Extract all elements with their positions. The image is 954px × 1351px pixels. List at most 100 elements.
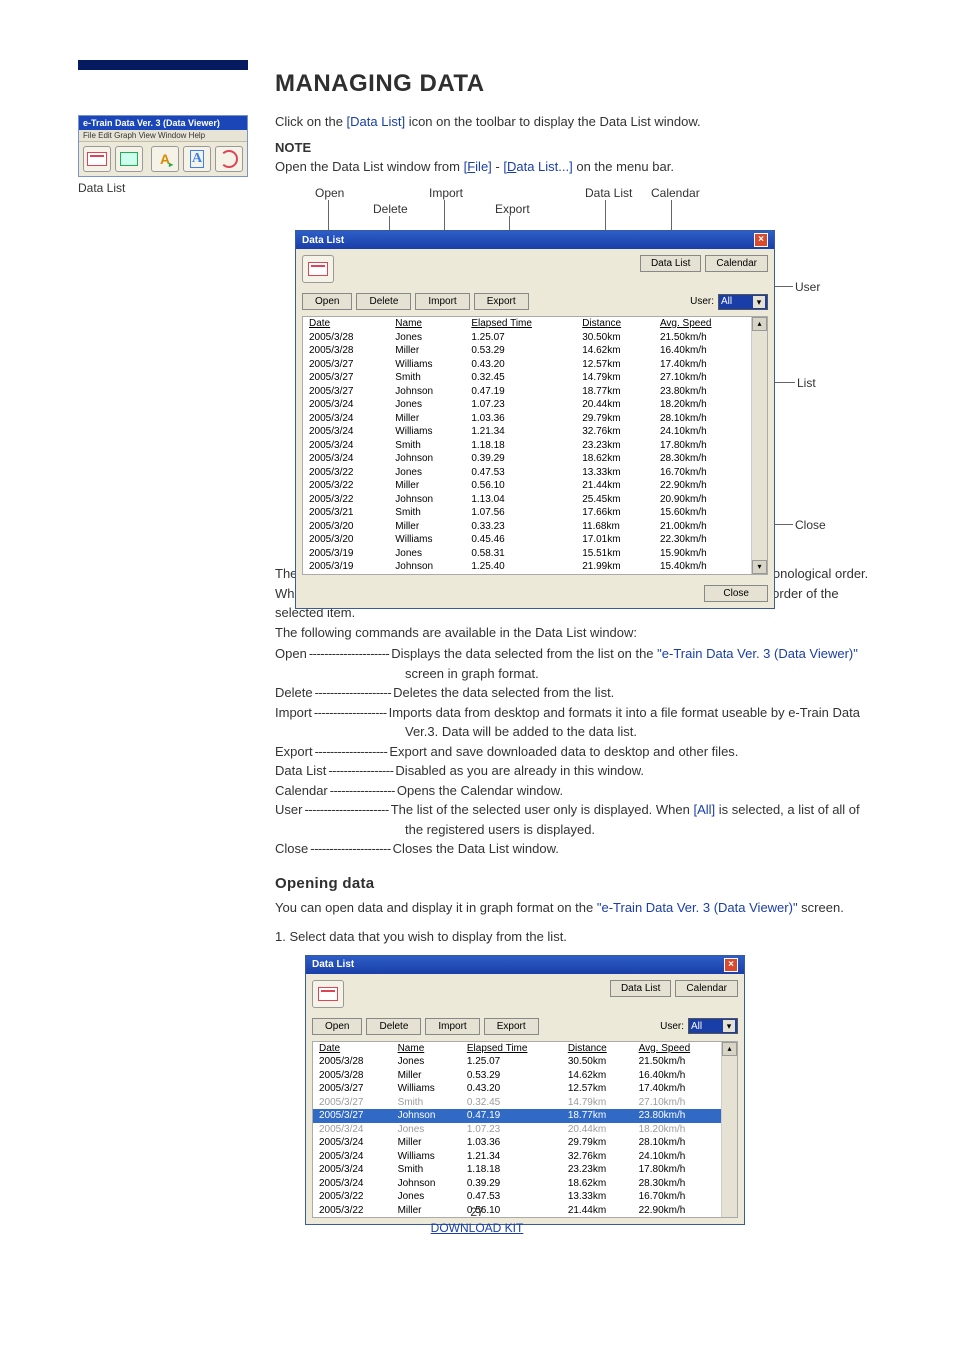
table-row[interactable]: 2005/3/24Miller1.03.3629.79km28.10km/h xyxy=(303,412,751,426)
calendar-button[interactable]: Calendar xyxy=(705,255,768,272)
col-speed[interactable]: Avg. Speed xyxy=(654,317,751,331)
scroll-up-icon[interactable]: ▴ xyxy=(722,1042,737,1056)
table-row[interactable]: 2005/3/24Williams1.21.3432.76km24.10km/h xyxy=(313,1150,721,1164)
table-row[interactable]: 2005/3/27Johnson0.47.1918.77km23.80km/h xyxy=(303,385,751,399)
cmd-calendar: Calendar ----------------- Opens the Cal… xyxy=(275,781,884,801)
opening-post: screen. xyxy=(798,900,844,915)
scrollbar[interactable]: ▴ xyxy=(721,1042,737,1218)
user-label: User: xyxy=(690,296,714,307)
scroll-up-icon[interactable]: ▴ xyxy=(752,317,767,331)
table-row[interactable]: 2005/3/22Miller0.56.1021.44km22.90km/h xyxy=(303,479,751,493)
step1: 1. Select data that you wish to display … xyxy=(275,927,884,947)
viewer-icon[interactable] xyxy=(83,146,111,172)
cmd-import: Import ------------------- Imports data … xyxy=(275,703,884,723)
datalist-titlebar: Data List × xyxy=(296,231,774,249)
reload-icon[interactable] xyxy=(215,146,243,172)
col-speed[interactable]: Avg. Speed xyxy=(633,1042,721,1056)
export-button[interactable]: Export xyxy=(474,293,529,310)
col-distance[interactable]: Distance xyxy=(576,317,654,331)
col-etime[interactable]: Elapsed Time xyxy=(461,1042,562,1056)
delete-button[interactable]: Delete xyxy=(366,1018,421,1035)
data-table-2[interactable]: Date Name Elapsed Time Distance Avg. Spe… xyxy=(313,1042,721,1218)
table-row[interactable]: 2005/3/24Smith1.18.1823.23km17.80km/h xyxy=(303,439,751,453)
table-row[interactable]: 2005/3/19Johnson1.25.4021.99km15.40km/h xyxy=(303,560,751,574)
col-name[interactable]: Name xyxy=(389,317,465,331)
export-button[interactable]: Export xyxy=(484,1018,539,1035)
scroll-down-icon[interactable]: ▾ xyxy=(752,560,767,574)
delete-button[interactable]: Delete xyxy=(356,293,411,310)
table-header-row[interactable]: Date Name Elapsed Time Distance Avg. Spe… xyxy=(303,317,751,331)
close-button[interactable]: Close xyxy=(704,585,768,602)
col-name[interactable]: Name xyxy=(392,1042,461,1056)
link-all[interactable]: [All] xyxy=(693,802,715,817)
mini-menubar: File Edit Graph View Window Help xyxy=(79,130,247,142)
col-date[interactable]: Date xyxy=(313,1042,392,1056)
table-row[interactable]: 2005/3/28Jones1.25.0730.50km21.50km/h xyxy=(303,331,751,345)
link-file-menu[interactable]: [File] xyxy=(464,159,492,174)
link-datalist-menu[interactable]: [Data List...] xyxy=(503,159,572,174)
table-row[interactable]: 2005/3/24Jones1.07.2320.44km18.20km/h xyxy=(313,1123,721,1137)
viewer-icon[interactable] xyxy=(312,980,344,1008)
opening-pre: You can open data and display it in grap… xyxy=(275,900,597,915)
cmd-import-name: Import xyxy=(275,703,312,723)
table-row[interactable]: 2005/3/21Smith1.07.5617.66km15.60km/h xyxy=(303,506,751,520)
col-etime[interactable]: Elapsed Time xyxy=(465,317,576,331)
cmd-user-desc-pre: The list of the selected user only is di… xyxy=(391,802,694,817)
datalist-button[interactable]: Data List xyxy=(640,255,701,272)
import-button[interactable]: Import xyxy=(415,293,469,310)
scrollbar[interactable]: ▴ ▾ xyxy=(751,317,767,574)
table-row[interactable]: 2005/3/24Johnson0.39.2918.62km28.30km/h xyxy=(313,1177,721,1191)
cmd-delete-name: Delete xyxy=(275,683,313,703)
link-etrain-viewer-2[interactable]: "e-Train Data Ver. 3 (Data Viewer)" xyxy=(597,900,798,915)
chevron-down-icon: ▾ xyxy=(753,296,765,308)
col-date[interactable]: Date xyxy=(303,317,389,331)
table-row[interactable]: 2005/3/27Smith0.32.4514.79km27.10km/h xyxy=(303,371,751,385)
datalist-icon[interactable] xyxy=(115,146,143,172)
table-row[interactable]: 2005/3/24Smith1.18.1823.23km17.80km/h xyxy=(313,1163,721,1177)
link-data-list[interactable]: [Data List] xyxy=(347,114,406,129)
cmd-user: User ---------------------- The list of … xyxy=(275,800,884,820)
cmd-open-cont: screen in graph format. xyxy=(275,664,884,684)
table-row[interactable]: 2005/3/27Williams0.43.2012.57km17.40km/h xyxy=(313,1082,721,1096)
datalist-title-2: Data List xyxy=(312,959,354,970)
calendar-button[interactable]: Calendar xyxy=(675,980,738,997)
table-row[interactable]: 2005/3/22Johnson1.13.0425.45km20.90km/h xyxy=(303,493,751,507)
viewer-icon[interactable] xyxy=(302,255,334,283)
table-row[interactable]: 2005/3/24Williams1.21.3432.76km24.10km/h xyxy=(303,425,751,439)
figure-datalist-selecting: Data List × Data List Calendar Open Dele… xyxy=(305,955,884,1226)
table-row[interactable]: 2005/3/24Johnson0.39.2918.62km28.30km/h xyxy=(303,452,751,466)
close-icon[interactable]: × xyxy=(724,958,738,972)
table-row[interactable]: 2005/3/28Miller0.53.2914.62km16.40km/h xyxy=(303,344,751,358)
mini-titlebar: e-Train Data Ver. 3 (Data Viewer) xyxy=(79,116,247,130)
download-kit-link[interactable]: DOWNLOAD KIT xyxy=(0,1221,954,1235)
cmd-import-desc: Imports data from desktop and formats it… xyxy=(389,703,884,723)
data-table[interactable]: Date Name Elapsed Time Distance Avg. Spe… xyxy=(303,317,751,574)
user-select[interactable]: All ▾ xyxy=(718,294,768,310)
import-button[interactable]: Import xyxy=(425,1018,479,1035)
table-row[interactable]: 2005/3/28Miller0.53.2914.62km16.40km/h xyxy=(313,1069,721,1083)
table-row[interactable]: 2005/3/20Miller0.33.2311.68km21.00km/h xyxy=(303,520,751,534)
font-increase-icon[interactable]: A xyxy=(151,146,179,172)
table-row[interactable]: 2005/3/27Johnson0.47.1918.77km23.80km/h xyxy=(313,1109,721,1123)
cmd-delete: Delete -------------------- Deletes the … xyxy=(275,683,884,703)
close-icon[interactable]: × xyxy=(754,233,768,247)
user-label: User: xyxy=(660,1021,684,1032)
font-format-icon[interactable]: A xyxy=(183,146,211,172)
table-row[interactable]: 2005/3/22Jones0.47.5313.33km16.70km/h xyxy=(313,1190,721,1204)
open-button[interactable]: Open xyxy=(302,293,352,310)
table-row[interactable]: 2005/3/24Jones1.07.2320.44km18.20km/h xyxy=(303,398,751,412)
table-row[interactable]: 2005/3/19Jones0.58.3115.51km15.90km/h xyxy=(303,547,751,561)
table-row[interactable]: 2005/3/22Jones0.47.5313.33km16.70km/h xyxy=(303,466,751,480)
datalist-button[interactable]: Data List xyxy=(610,980,671,997)
user-select[interactable]: All ▾ xyxy=(688,1018,738,1034)
table-header-row[interactable]: Date Name Elapsed Time Distance Avg. Spe… xyxy=(313,1042,721,1056)
link-etrain-viewer[interactable]: "e-Train Data Ver. 3 (Data Viewer)" xyxy=(657,646,858,661)
open-button[interactable]: Open xyxy=(312,1018,362,1035)
table-row[interactable]: 2005/3/24Miller1.03.3629.79km28.10km/h xyxy=(313,1136,721,1150)
cmd-datalist: Data List ----------------- Disabled as … xyxy=(275,761,884,781)
col-distance[interactable]: Distance xyxy=(562,1042,633,1056)
table-row[interactable]: 2005/3/27Smith0.32.4514.79km27.10km/h xyxy=(313,1096,721,1110)
table-row[interactable]: 2005/3/20Williams0.45.4617.01km22.30km/h xyxy=(303,533,751,547)
table-row[interactable]: 2005/3/28Jones1.25.0730.50km21.50km/h xyxy=(313,1055,721,1069)
table-row[interactable]: 2005/3/27Williams0.43.2012.57km17.40km/h xyxy=(303,358,751,372)
